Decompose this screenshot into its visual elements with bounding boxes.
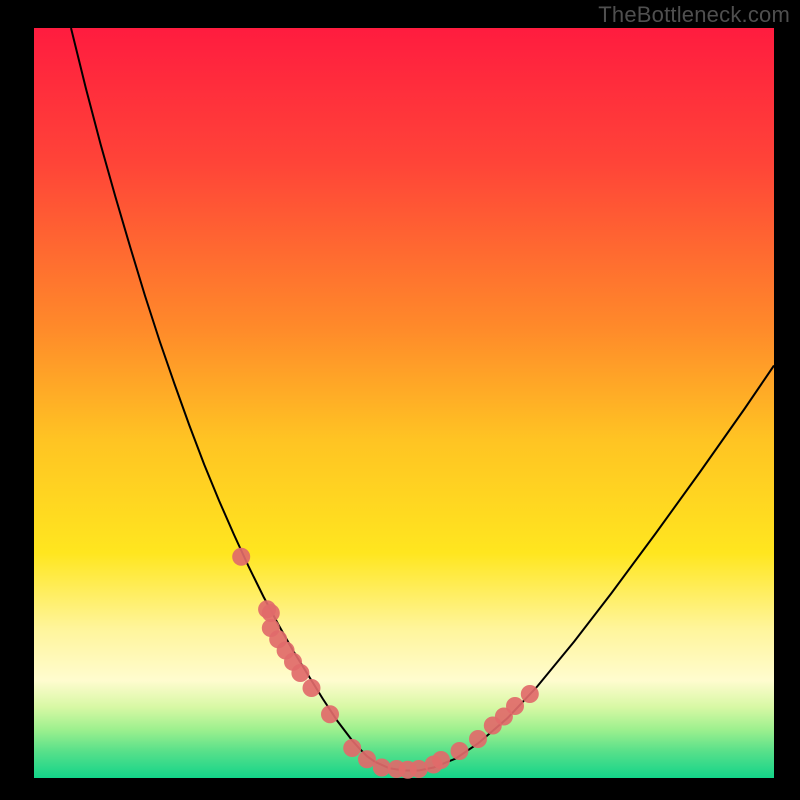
sample-point <box>469 730 487 748</box>
chart-frame: TheBottleneck.com <box>0 0 800 800</box>
sample-point <box>506 697 524 715</box>
sample-point <box>343 739 361 757</box>
sample-point <box>451 742 469 760</box>
sample-point <box>232 548 250 566</box>
sample-point <box>321 705 339 723</box>
bottleneck-chart <box>0 0 800 800</box>
watermark-text: TheBottleneck.com <box>598 2 790 28</box>
plot-area <box>34 28 774 778</box>
sample-point <box>291 664 309 682</box>
sample-point <box>521 685 539 703</box>
sample-point <box>432 751 450 769</box>
sample-point <box>303 679 321 697</box>
